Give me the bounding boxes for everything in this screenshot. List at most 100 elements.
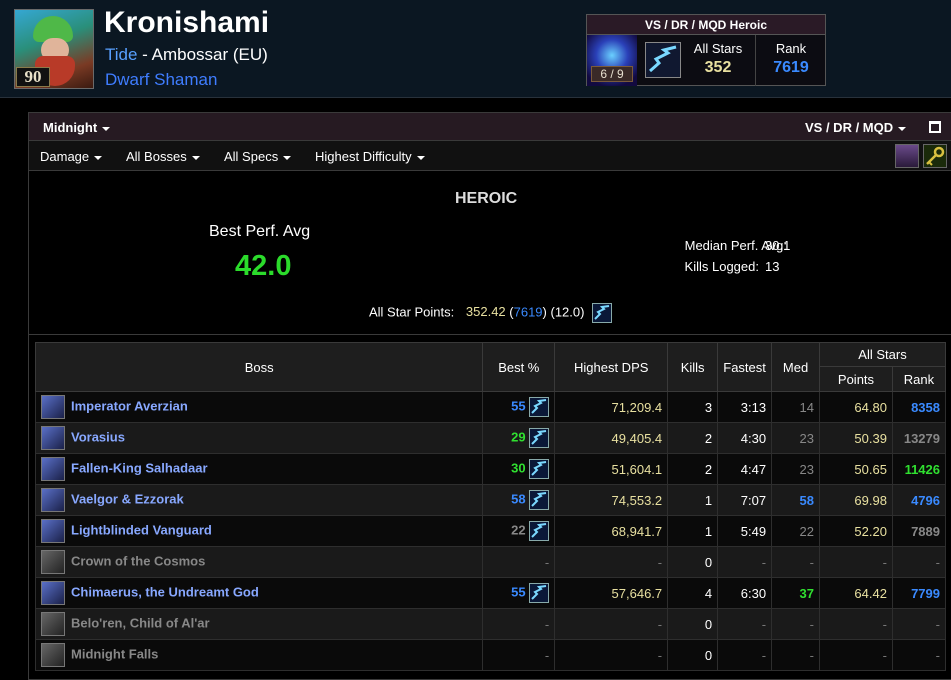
boss-column-header[interactable]: Boss — [34, 342, 484, 392]
zone-dropdown[interactable]: Midnight — [43, 120, 111, 135]
difficulty-dropdown-label: Highest Difficulty — [315, 149, 412, 164]
highest-dps: 49,405.4 — [554, 422, 669, 454]
key-icon[interactable] — [923, 144, 947, 168]
raid-dropdown-label: VS / DR / MQD — [805, 120, 894, 135]
median-percent: - — [771, 546, 821, 578]
median-percent: 14 — [771, 391, 821, 423]
boss-name-link[interactable]: Midnight Falls — [71, 646, 158, 661]
raid-dropdown[interactable]: VS / DR / MQD — [805, 120, 907, 135]
best-percent: - — [482, 608, 556, 640]
rank-value: 7619 — [773, 59, 809, 76]
raid-stats-box: VS / DR / MQD Heroic 6 / 9 All Stars 352… — [586, 14, 826, 86]
fastest-kill: - — [717, 546, 773, 578]
table-row[interactable]: Chimaerus, the Undreamt God 55 57,646.7 … — [34, 577, 947, 609]
table-row[interactable]: Belo'ren, Child of Al'ar - - 0 - - - - — [34, 608, 947, 640]
asp-label: All Star Points: — [369, 304, 455, 320]
kill-count: 1 — [667, 484, 719, 516]
stats-divider — [755, 35, 756, 86]
realm-separator: - — [137, 45, 152, 64]
kill-count: 0 — [667, 639, 719, 671]
boss-rankings-table: Boss Best % Highest DPS Kills Fastest Me… — [34, 342, 947, 671]
boss-name-link[interactable]: Chimaerus, the Undreamt God — [71, 584, 259, 599]
guild-link[interactable]: Tide — [105, 45, 137, 64]
median-percent: - — [771, 639, 821, 671]
table-row[interactable]: Fallen-King Salhadaar 30 51,604.1 2 4:47… — [34, 453, 947, 485]
boss-filter-label: All Bosses — [126, 149, 187, 164]
highest-dps: - — [554, 608, 669, 640]
all-star-rank: 7889 — [891, 515, 947, 547]
all-stars-header: All Stars — [819, 342, 946, 367]
points-header[interactable]: Points — [819, 366, 893, 392]
spec-filter-dropdown[interactable]: All Specs — [224, 149, 292, 164]
fastest-kill: 7:07 — [717, 484, 773, 516]
best-percent: 29 — [511, 429, 526, 445]
raid-progress-count: 6 / 9 — [591, 66, 633, 82]
kills-logged-label: Kills Logged: — [684, 259, 759, 274]
race-class-label: Dwarf Shaman — [105, 70, 218, 89]
raid-tower-icon[interactable] — [895, 144, 919, 168]
boss-portrait-icon — [41, 581, 65, 605]
median-percent: 23 — [771, 422, 821, 454]
fastest-kill: - — [717, 639, 773, 671]
all-star-points: - — [819, 546, 893, 578]
spec-icon — [529, 459, 550, 479]
fastest-kill: 5:49 — [717, 515, 773, 547]
best-perf-label: Best Perf. Avg — [209, 223, 311, 240]
fastest-kill: 4:30 — [717, 422, 773, 454]
chevron-down-icon — [94, 155, 103, 160]
realm-name: Ambossar (EU) — [151, 45, 268, 64]
all-star-rank: 13279 — [891, 422, 947, 454]
difficulty-dropdown[interactable]: Highest Difficulty — [315, 149, 425, 164]
rankings-panel: Midnight VS / DR / MQD Damage All Bosses… — [28, 112, 951, 680]
table-row[interactable]: Vaelgor & Ezzorak 58 74,553.2 1 7:07 58 … — [34, 484, 947, 516]
median-header[interactable]: Med — [771, 342, 821, 392]
fastest-kill: 4:47 — [717, 453, 773, 485]
chevron-down-icon — [898, 126, 907, 131]
all-star-rank: 8358 — [891, 391, 947, 423]
boss-filter-dropdown[interactable]: All Bosses — [126, 149, 200, 164]
fastest-kill: 3:13 — [717, 391, 773, 423]
all-star-rank: - — [891, 608, 947, 640]
best-percent-header[interactable]: Best % — [482, 342, 556, 392]
table-row[interactable]: Midnight Falls - - 0 - - - - — [34, 639, 947, 671]
table-row[interactable]: Vorasius 29 49,405.4 2 4:30 23 50.39 132… — [34, 422, 947, 454]
boss-name-link[interactable]: Lightblinded Vanguard — [71, 522, 212, 537]
chevron-down-icon — [102, 126, 111, 131]
boss-portrait-icon — [41, 550, 65, 574]
highest-dps: 51,604.1 — [554, 453, 669, 485]
fastest-header[interactable]: Fastest — [717, 342, 773, 392]
all-star-points: 64.42 — [819, 577, 893, 609]
character-header: 90 Kronishami Tide - Ambossar (EU) Dwarf… — [0, 0, 951, 98]
all-star-points: 50.39 — [819, 422, 893, 454]
highest-dps-header[interactable]: Highest DPS — [554, 342, 669, 392]
best-percent: - — [482, 639, 556, 671]
all-star-points: - — [819, 608, 893, 640]
character-portrait[interactable]: 90 — [14, 9, 94, 89]
boss-name-link[interactable]: Crown of the Cosmos — [71, 553, 205, 568]
table-row[interactable]: Crown of the Cosmos - - 0 - - - - — [34, 546, 947, 578]
boss-name-link[interactable]: Imperator Averzian — [71, 398, 188, 413]
metric-dropdown[interactable]: Damage — [40, 149, 103, 164]
kill-count: 4 — [667, 577, 719, 609]
table-row[interactable]: Lightblinded Vanguard 22 68,941.7 1 5:49… — [34, 515, 947, 547]
median-percent: - — [771, 608, 821, 640]
highest-dps: 57,646.7 — [554, 577, 669, 609]
spec-filter-label: All Specs — [224, 149, 279, 164]
rank-header[interactable]: Rank — [891, 366, 947, 392]
maximize-icon[interactable] — [929, 121, 941, 133]
boss-name-link[interactable]: Belo'ren, Child of Al'ar — [71, 615, 210, 630]
boss-portrait-icon — [41, 488, 65, 512]
all-star-points: 52.20 — [819, 515, 893, 547]
kill-count: 3 — [667, 391, 719, 423]
spec-icon — [529, 490, 550, 510]
table-row[interactable]: Imperator Averzian 55 71,209.4 3 3:13 14… — [34, 391, 947, 423]
character-name: Kronishami — [104, 6, 270, 39]
performance-summary: HEROIC Best Perf. Avg 42.0 Median Perf. … — [29, 171, 951, 335]
boss-name-link[interactable]: Vorasius — [71, 429, 125, 444]
kills-header[interactable]: Kills — [667, 342, 719, 392]
raid-icon[interactable]: 6 / 9 — [587, 35, 637, 86]
boss-name-link[interactable]: Vaelgor & Ezzorak — [71, 491, 184, 506]
all-star-rank: 4796 — [891, 484, 947, 516]
spec-icon — [645, 42, 681, 78]
boss-name-link[interactable]: Fallen-King Salhadaar — [71, 460, 208, 475]
